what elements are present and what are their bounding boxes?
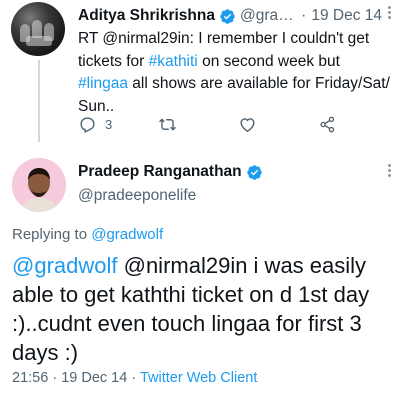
tweet-actions: 3 (78, 112, 378, 136)
avatar[interactable] (11, 2, 65, 56)
tweet-header: Aditya Shrikrishna @grad... · 19 Dec 14 (78, 5, 382, 27)
author-name-row: Pradeep Ranganathan (78, 163, 267, 181)
more-options-icon[interactable] (382, 162, 396, 182)
tweet-time[interactable]: 21:56 (12, 370, 48, 386)
reply-button[interactable]: 3 (78, 115, 112, 134)
tweet-date[interactable]: 19 Dec 14 (311, 7, 382, 25)
client-link[interactable]: Twitter Web Client (140, 370, 257, 386)
replying-to: Replying to @gradwolf (12, 226, 163, 243)
mention-link[interactable]: @gradwolf (12, 253, 118, 278)
author-handle[interactable]: @pradeeponelife (78, 187, 196, 205)
avatar-portrait (12, 158, 66, 212)
hashtag-link[interactable]: #lingaa (78, 75, 128, 92)
reply-icon (80, 116, 95, 133)
parent-tweet[interactable]: Aditya Shrikrishna @grad... · 19 Dec 14 … (0, 0, 400, 142)
author-name[interactable]: Pradeep Ranganathan (78, 163, 242, 181)
replying-to-mention[interactable]: @gradwolf (91, 226, 163, 243)
tweet-text: RT @nirmal29in: I remember I couldn't ge… (78, 28, 396, 118)
separator-dot: · (131, 370, 137, 386)
retweet-icon (159, 118, 176, 130)
author-name[interactable]: Aditya Shrikrishna (78, 7, 215, 25)
retweet-button[interactable] (158, 115, 177, 134)
verified-badge-icon (246, 164, 262, 180)
more-options-icon[interactable] (382, 4, 396, 24)
avatar[interactable] (12, 158, 66, 212)
tweet-text-segment: on second week but (197, 52, 340, 70)
author-handle[interactable]: @grad... (240, 7, 296, 25)
avatar-figure (26, 36, 52, 46)
thread-connector-line (38, 60, 40, 142)
separator-dot: · (301, 7, 307, 24)
verified-badge-icon (220, 8, 235, 24)
tweet-meta: 21:56 · 19 Dec 14 · Twitter Web Client (12, 370, 257, 386)
separator-dot: · (52, 370, 58, 386)
replying-prefix: Replying to (12, 226, 88, 243)
like-button[interactable] (238, 115, 257, 134)
share-icon (320, 116, 335, 132)
share-button[interactable] (318, 115, 337, 134)
tweet-date[interactable]: 19 Dec 14 (61, 370, 127, 386)
tweet-text: @gradwolf @nirmal29in i was easily able … (12, 251, 392, 367)
reply-count: 3 (105, 116, 113, 132)
heart-icon (240, 117, 255, 132)
hashtag-link[interactable]: #kathiti (149, 53, 198, 70)
